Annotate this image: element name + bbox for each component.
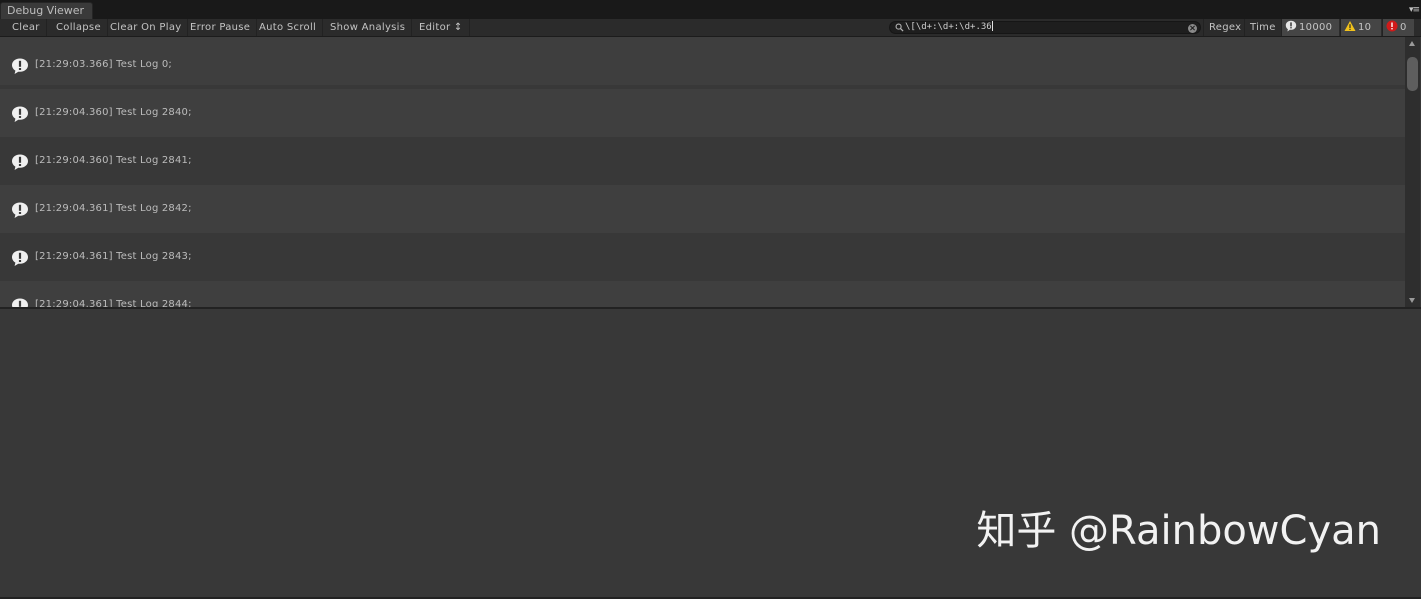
clear-button[interactable]: Clear — [6, 19, 47, 36]
tab-debug-viewer[interactable]: Debug Viewer — [0, 2, 94, 19]
log-list-scrollbar[interactable] — [1405, 37, 1420, 307]
warning-count-toggle[interactable]: 10 — [1340, 19, 1381, 36]
log-row[interactable]: [21:29:04.361] Test Log 2843; — [0, 233, 1405, 281]
tab-strip: Debug Viewer ▾≡ — [0, 0, 1421, 19]
log-row[interactable]: [21:29:04.361] Test Log 2844; — [0, 281, 1405, 307]
collapse-button[interactable]: Collapse — [50, 19, 108, 36]
log-list: [21:29:03.366] Test Log 0; [21:29:04.360… — [0, 37, 1405, 307]
log-message: [21:29:04.360] Test Log 2841; — [35, 155, 192, 166]
log-count: 10000 — [1299, 22, 1333, 33]
scroll-thumb[interactable] — [1407, 57, 1418, 91]
warning-count: 10 — [1358, 22, 1372, 33]
log-message: [21:29:04.360] Test Log 2840; — [35, 107, 192, 118]
info-log-icon — [12, 250, 28, 266]
warning-icon — [1344, 21, 1356, 31]
search-input[interactable]: \[\d+:\d+:\d+.36 — [905, 20, 993, 35]
info-log-icon — [12, 58, 28, 74]
scroll-down-arrow-icon[interactable] — [1409, 298, 1415, 303]
log-detail-pane: 知乎 @RainbowCyan — [0, 309, 1421, 599]
error-count: 0 — [1400, 22, 1407, 33]
search-icon — [895, 23, 904, 32]
log-row[interactable]: [21:29:04.360] Test Log 2840; — [0, 89, 1405, 137]
log-message: [21:29:03.366] Test Log 0; — [35, 59, 173, 70]
info-log-icon — [12, 202, 28, 218]
info-icon — [1285, 20, 1297, 32]
log-count-toggle[interactable]: 10000 — [1281, 19, 1339, 36]
debug-viewer-window: Debug Viewer ▾≡ Clear Collapse Clear On … — [0, 0, 1421, 599]
clear-search-icon[interactable] — [1188, 23, 1197, 33]
error-count-toggle[interactable]: 0 — [1382, 19, 1414, 36]
log-message: [21:29:04.361] Test Log 2842; — [35, 203, 192, 214]
editor-dropdown[interactable]: Editor ↕ — [413, 19, 470, 36]
log-row[interactable]: [21:29:03.366] Test Log 0; — [0, 37, 1405, 85]
tab-context-menu-icon[interactable]: ▾≡ — [1409, 4, 1420, 16]
error-pause-button[interactable]: Error Pause — [184, 19, 258, 36]
watermark: 知乎 @RainbowCyan — [976, 508, 1381, 554]
scroll-up-arrow-icon[interactable] — [1409, 41, 1415, 46]
text-caret — [991, 21, 993, 31]
auto-scroll-button[interactable]: Auto Scroll — [253, 19, 324, 36]
error-icon — [1386, 20, 1398, 32]
log-row[interactable]: [21:29:04.360] Test Log 2841; — [0, 137, 1405, 185]
time-toggle[interactable]: Time — [1244, 19, 1281, 36]
info-log-icon — [12, 298, 28, 307]
log-message: [21:29:04.361] Test Log 2844; — [35, 299, 192, 307]
search-field[interactable]: \[\d+:\d+:\d+.36 — [889, 21, 1201, 34]
log-message: [21:29:04.361] Test Log 2843; — [35, 251, 192, 262]
clear-on-play-button[interactable]: Clear On Play — [104, 19, 189, 36]
toolbar: Clear Collapse Clear On Play Error Pause… — [0, 19, 1421, 37]
regex-toggle[interactable]: Regex — [1203, 19, 1246, 36]
info-log-icon — [12, 154, 28, 170]
info-log-icon — [12, 106, 28, 122]
log-row[interactable]: [21:29:04.361] Test Log 2842; — [0, 185, 1405, 233]
show-analysis-button[interactable]: Show Analysis — [324, 19, 413, 36]
search-value-text: \[\d+:\d+:\d+.36 — [905, 22, 992, 32]
